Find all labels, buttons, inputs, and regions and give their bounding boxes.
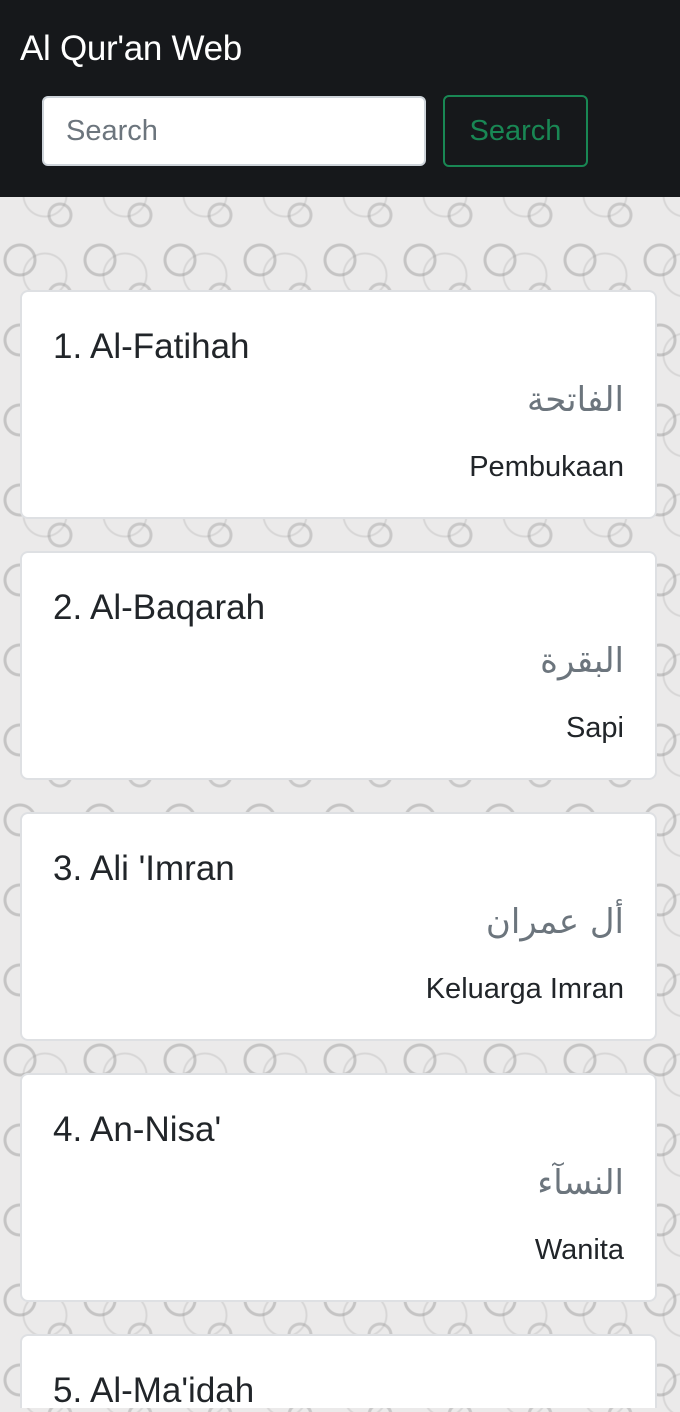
surah-title: 1. Al-Fatihah	[53, 327, 250, 366]
surah-title: 2. Al-Baqarah	[53, 588, 266, 627]
surah-title: 3. Ali 'Imran	[53, 849, 235, 888]
surah-meaning: Pembukaan	[469, 451, 624, 483]
surah-meaning: Keluarga Imran	[425, 973, 624, 1005]
surah-arabic-name: النسآء	[537, 1163, 624, 1203]
surah-arabic-name: الفاتحة	[526, 380, 624, 420]
search-input[interactable]	[42, 96, 426, 166]
navbar-brand[interactable]: Al Qur'an Web	[20, 28, 242, 70]
surah-meaning: Sapi	[565, 712, 624, 744]
top-navbar: Al Qur'an Web Search	[0, 0, 680, 197]
surah-meaning: Wanita	[534, 1234, 624, 1266]
surah-card[interactable]: 1. Al-Fatihah الفاتحة Pembukaan	[20, 290, 657, 519]
surah-title: 5. Al-Ma'idah	[53, 1371, 255, 1410]
surah-title: 4. An-Nisa'	[53, 1110, 222, 1149]
surah-arabic-name: أل عمران	[485, 902, 624, 942]
search-button[interactable]: Search	[443, 95, 588, 167]
surah-card[interactable]: 4. An-Nisa' النسآء Wanita	[20, 1073, 657, 1302]
surah-arabic-name: البقرة	[540, 641, 624, 681]
surah-card[interactable]: 3. Ali 'Imran أل عمران Keluarga Imran	[20, 812, 657, 1041]
surah-card[interactable]: 2. Al-Baqarah البقرة Sapi	[20, 551, 657, 780]
surah-card[interactable]: 5. Al-Ma'idah	[20, 1334, 657, 1410]
